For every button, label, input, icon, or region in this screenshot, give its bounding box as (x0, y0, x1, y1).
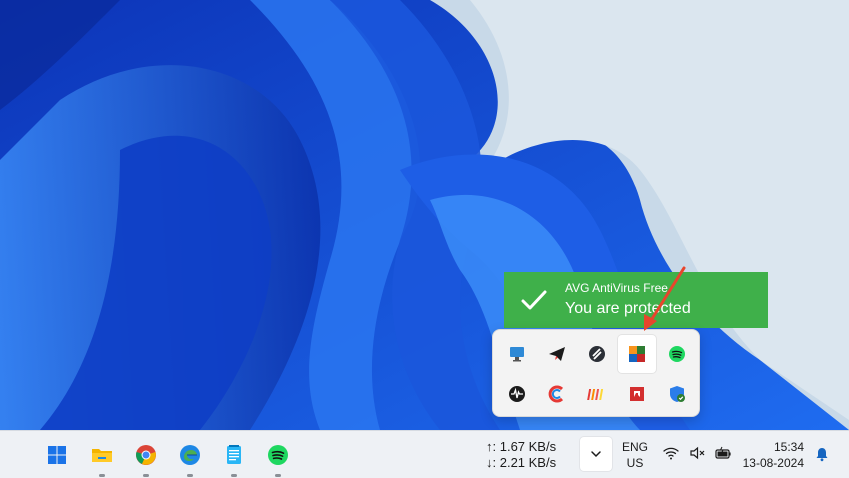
notification-bell-icon[interactable] (814, 446, 830, 462)
windows-security-icon[interactable] (658, 375, 696, 413)
region-code: US (626, 456, 644, 470)
chevron-down-icon (591, 451, 601, 458)
check-icon (521, 290, 547, 310)
toast-message: You are protected (565, 300, 691, 317)
language-code: ENG (621, 440, 648, 454)
app-logo-icon[interactable] (578, 335, 616, 373)
ccleaner-icon[interactable] (538, 375, 576, 413)
file-explorer-app[interactable] (85, 438, 119, 477)
notepad-app[interactable] (217, 438, 251, 477)
battery-icon (714, 444, 732, 462)
edge-app[interactable] (173, 438, 207, 477)
language-indicator[interactable]: ENG US (620, 439, 650, 471)
chrome-app[interactable] (129, 438, 163, 477)
edge-icon (180, 445, 200, 465)
monitor-icon[interactable] (498, 335, 536, 373)
volume-muted-icon (688, 444, 706, 462)
spotify-app[interactable] (261, 438, 295, 477)
chrome-icon (136, 445, 156, 465)
amd-icon[interactable] (618, 375, 656, 413)
telegram-icon[interactable] (538, 335, 576, 373)
bars-app-icon[interactable] (578, 375, 616, 413)
clock-date: 13-08-2024 (742, 456, 804, 470)
audio-app-icon[interactable] (498, 375, 536, 413)
avg-notification-toast[interactable]: AVG AntiVirus Free You are protected (504, 272, 768, 328)
clock[interactable]: 15:34 13-08-2024 (742, 439, 804, 471)
folder-icon (92, 449, 112, 462)
notepad-icon (227, 445, 241, 464)
toast-app-name: AVG AntiVirus Free (565, 281, 668, 295)
spotify-taskbar-icon (268, 445, 288, 465)
spotify-icon[interactable] (658, 335, 696, 373)
desktop-wallpaper (0, 0, 849, 430)
tray-overflow-flyout (492, 329, 700, 417)
windows-icon (48, 446, 66, 464)
show-hidden-icons-button[interactable] (580, 437, 612, 471)
upload-speed: ↑: 1.67 KB/s (486, 439, 557, 454)
avg-icon[interactable] (618, 335, 656, 373)
wifi-icon (662, 444, 680, 462)
clock-time: 15:34 (773, 440, 804, 454)
start-button[interactable] (40, 438, 74, 472)
network-speed: ↑: 1.67 KB/s ↓: 2.21 KB/s (486, 439, 556, 471)
download-speed: ↓: 2.21 KB/s (486, 455, 557, 470)
quick-settings[interactable] (662, 444, 732, 462)
